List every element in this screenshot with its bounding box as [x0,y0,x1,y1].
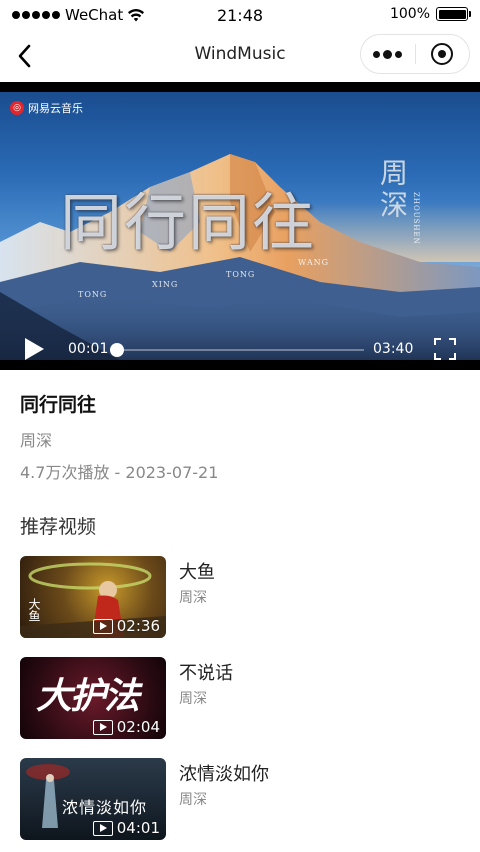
video-thumbnail[interactable]: 大鱼 02:36 [20,556,166,638]
battery-icon [436,7,471,21]
more-button[interactable] [361,49,415,59]
pinyin-3: TONG [226,270,256,279]
battery-percent: 100% [389,6,430,22]
list-item-text: 浓情淡如你 周深 [179,758,269,840]
more-dots-icon [373,50,381,58]
duration-text: 04:01 [116,819,160,837]
list-item-artist: 周深 [179,792,207,808]
play-icon [92,820,113,836]
progress-thumb[interactable] [110,343,125,357]
thumbnail-art-text: 大护法 [36,675,140,717]
duration-badge: 02:36 [92,617,160,635]
song-title: 同行同往 [20,394,97,416]
list-item[interactable]: 大鱼 02:36 大鱼 周深 [20,556,460,638]
song-meta: 4.7万次播放 - 2023-07-21 [20,463,219,482]
pinyin-1: TONG [78,290,108,299]
progress-bar[interactable] [110,343,364,357]
list-item-title: 浓情淡如你 [179,764,269,785]
list-item-artist: 周深 [179,691,207,707]
target-close-icon [431,43,454,65]
list-item[interactable]: 大护法 02:04 不说话 周深 [20,657,460,739]
pinyin-4: WANG [298,258,329,267]
video-title-art: 同行同往 [60,186,317,259]
netease-icon: ◎ [10,101,24,115]
pinyin-artist: ZHOUSHEN [412,192,420,245]
section-title: 推荐视频 [20,516,97,538]
status-bar: WeChat 21:48 100% [0,0,480,32]
close-button[interactable] [416,43,470,65]
list-item-artist: 周深 [179,590,207,606]
list-item-title: 不说话 [179,663,233,684]
duration-text: 02:04 [116,718,160,736]
list-item-title: 大鱼 [179,562,215,583]
list-item[interactable]: 浓情淡如你 04:01 浓情淡如你 周深 [20,758,460,840]
duration-text: 02:36 [116,617,160,635]
netease-logo-text: 网易云音乐 [28,102,83,115]
current-time: 00:01 [68,341,109,357]
video-thumbnail[interactable]: 浓情淡如你 04:01 [20,758,166,840]
video-artist-art: 周深 [376,158,409,222]
thumbnail-art-text: 浓情淡如你 [62,798,148,817]
play-icon [92,719,113,735]
thumbnail-art-text: 大鱼 [27,598,41,622]
video-player[interactable]: ◎ 网易云音乐 同行同往 周深 TONG XING TONG WANG ZHOU… [0,82,480,370]
duration-badge: 02:04 [92,718,160,736]
list-item-text: 大鱼 周深 [179,556,215,638]
battery-fill [438,9,466,19]
recommend-list: 大鱼 02:36 大鱼 周深 大护法 02:04 不说话 周深 浓情淡如你 04… [20,556,460,852]
video-controls: 00:01 03:40 [0,330,480,360]
duration-badge: 04:01 [92,819,160,837]
mini-program-capsule [360,34,470,74]
video-thumbnail[interactable]: 大护法 02:04 [20,657,166,739]
song-info: 同行同往 周深 4.7万次播放 - 2023-07-21 [20,390,218,483]
song-artist[interactable]: 周深 [20,427,218,451]
fullscreen-icon[interactable] [434,338,456,360]
nav-bar: WindMusic [0,32,480,80]
total-time: 03:40 [373,341,414,357]
list-item-text: 不说话 周深 [179,657,233,739]
netease-logo: ◎ 网易云音乐 [10,100,83,116]
video-frame: ◎ 网易云音乐 同行同往 周深 TONG XING TONG WANG ZHOU… [0,92,480,360]
play-icon [92,618,113,634]
pinyin-2: XING [152,280,179,289]
status-right: 100% [389,6,471,22]
play-icon[interactable] [22,336,46,360]
